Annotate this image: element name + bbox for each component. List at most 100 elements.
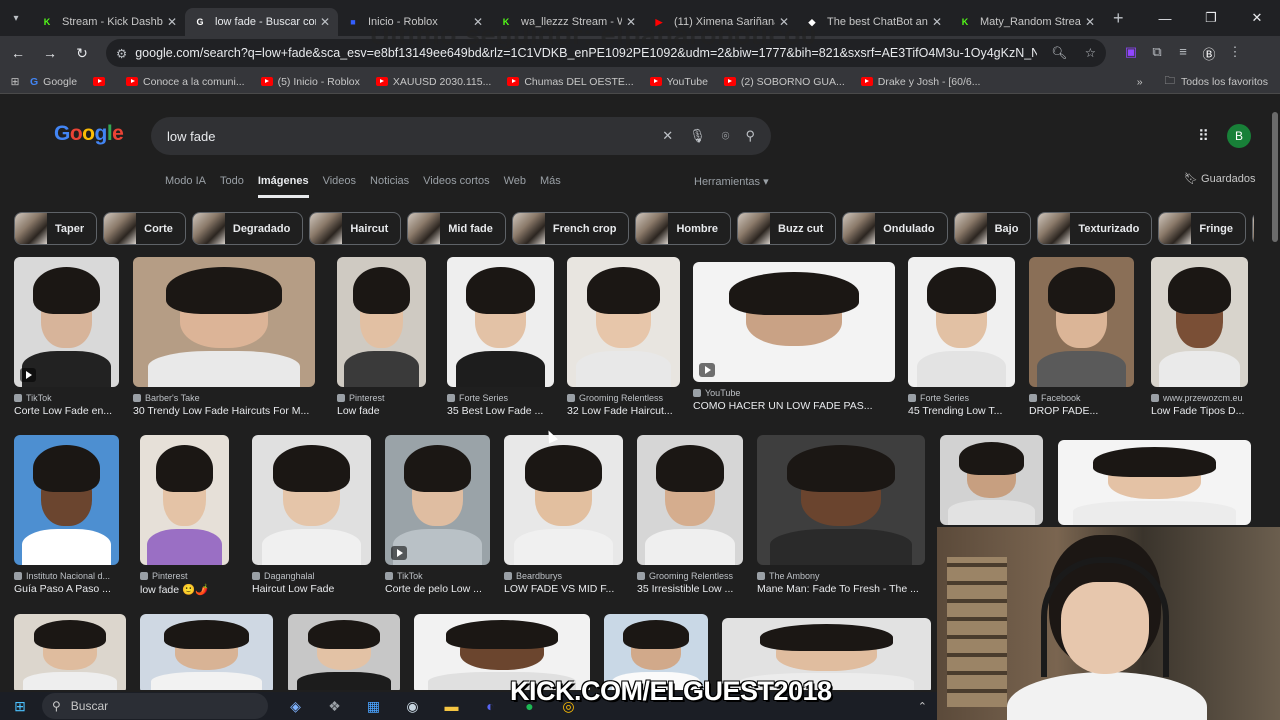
bookmark-item[interactable]: Conoce a la comuni... bbox=[126, 76, 245, 88]
result-thumbnail[interactable] bbox=[288, 614, 400, 690]
image-result[interactable] bbox=[14, 614, 126, 690]
search-tab[interactable]: Videos cortos bbox=[423, 175, 489, 198]
image-result[interactable] bbox=[140, 614, 273, 690]
result-title[interactable]: Low Fade Tipos D... bbox=[1151, 405, 1248, 417]
related-chip[interactable]: Taper bbox=[14, 212, 98, 245]
result-title[interactable]: Corte Low Fade en... bbox=[14, 405, 119, 417]
result-title[interactable]: Mane Man: Fade To Fresh - The ... bbox=[757, 583, 925, 595]
bookmark-star-icon[interactable]: ☆ bbox=[1085, 46, 1096, 60]
search-tab[interactable]: Noticias bbox=[370, 175, 409, 198]
close-tab-icon[interactable]: ✕ bbox=[932, 15, 942, 29]
back-arrow-icon[interactable]: ← bbox=[4, 45, 32, 61]
result-thumbnail[interactable] bbox=[252, 435, 371, 565]
result-title[interactable]: 45 Trending Low T... bbox=[908, 405, 1015, 417]
related-chip[interactable]: Bajo bbox=[953, 212, 1032, 245]
restore-icon[interactable]: ❐ bbox=[1188, 0, 1234, 36]
search-tab[interactable]: Videos bbox=[323, 175, 356, 198]
more-bookmarks-chevron-icon[interactable]: » bbox=[1137, 76, 1143, 88]
search-tab[interactable]: Imágenes bbox=[257, 175, 309, 198]
related-chip[interactable]: Corte bbox=[103, 212, 186, 245]
file-explorer-icon[interactable]: ▬ bbox=[432, 698, 471, 715]
result-thumbnail[interactable] bbox=[133, 257, 315, 387]
related-chip[interactable]: Hombre bbox=[635, 212, 732, 245]
close-tab-icon[interactable]: ✕ bbox=[320, 15, 330, 29]
result-title[interactable]: 30 Trendy Low Fade Haircuts For M... bbox=[133, 405, 315, 417]
related-chip[interactable]: Fringe bbox=[1158, 212, 1246, 245]
bookmark-item[interactable]: YouTube bbox=[649, 76, 708, 88]
search-input[interactable]: low fade bbox=[167, 129, 646, 144]
voice-mic-icon[interactable]: 🎙︎ bbox=[689, 128, 706, 144]
browser-tab[interactable]: K Maty_Random Stream ✕ bbox=[950, 8, 1103, 36]
bookmark-item[interactable]: Drake y Josh - [60/6... bbox=[860, 76, 980, 88]
google-apps-icon[interactable]: ⠿ bbox=[1198, 127, 1209, 145]
result-thumbnail[interactable] bbox=[337, 257, 426, 387]
media-controls-icon[interactable]: ≡ bbox=[1170, 44, 1196, 63]
result-thumbnail[interactable] bbox=[140, 614, 273, 690]
tab-search-chevron-icon[interactable]: ▾ bbox=[0, 13, 32, 24]
image-result[interactable]: YouTube COMO HACER UN LOW FADE PAS... bbox=[693, 262, 895, 412]
bookmark-item[interactable]: Chumas DEL OESTE... bbox=[507, 76, 634, 88]
zoom-magnifier-icon[interactable]: 🔍︎ bbox=[1051, 46, 1067, 60]
new-tab-plus-icon[interactable]: + bbox=[1113, 8, 1124, 29]
image-result[interactable]: Grooming Relentless 35 Irresistible Low … bbox=[637, 435, 743, 595]
result-thumbnail[interactable] bbox=[908, 257, 1015, 387]
image-result[interactable]: Forte Series 45 Trending Low T... bbox=[908, 257, 1015, 417]
result-thumbnail[interactable] bbox=[757, 435, 925, 565]
result-title[interactable]: low fade 🙂🌶️ bbox=[140, 583, 229, 596]
google-logo[interactable]: Google bbox=[54, 122, 124, 146]
browser-tab[interactable]: K Stream - Kick Dashboa ✕ bbox=[32, 8, 185, 36]
result-title[interactable]: 35 Irresistible Low ... bbox=[637, 583, 743, 595]
search-tab[interactable]: Modo IA bbox=[165, 175, 206, 198]
result-thumbnail[interactable] bbox=[14, 257, 119, 387]
steam-icon[interactable]: ◉ bbox=[393, 698, 432, 715]
close-tab-icon[interactable]: ✕ bbox=[1085, 15, 1095, 29]
image-result[interactable]: TikTok Corte de pelo Low ... bbox=[385, 435, 490, 595]
result-thumbnail[interactable] bbox=[1029, 257, 1134, 387]
scrollbar-thumb[interactable] bbox=[1272, 112, 1278, 242]
lens-camera-icon[interactable]: ⌾ bbox=[722, 128, 730, 144]
close-window-icon[interactable]: ✕ bbox=[1234, 0, 1280, 36]
account-avatar[interactable]: B bbox=[1227, 124, 1251, 148]
result-thumbnail[interactable] bbox=[385, 435, 490, 565]
taskbar-search-field[interactable]: ⚲ Buscar bbox=[42, 693, 268, 719]
windows-start-icon[interactable]: ⊞ bbox=[0, 698, 40, 715]
result-thumbnail[interactable] bbox=[504, 435, 623, 565]
image-result[interactable]: Facebook DROP FADE... bbox=[1029, 257, 1134, 417]
result-thumbnail[interactable] bbox=[447, 257, 554, 387]
image-result[interactable]: Forte Series 35 Best Low Fade ... bbox=[447, 257, 554, 417]
image-result[interactable]: Barber's Take 30 Trendy Low Fade Haircut… bbox=[133, 257, 315, 417]
result-thumbnail[interactable] bbox=[637, 435, 743, 565]
close-tab-icon[interactable]: ✕ bbox=[167, 15, 177, 29]
result-thumbnail[interactable] bbox=[940, 435, 1043, 525]
image-result[interactable]: www.przewozcm.eu Low Fade Tipos D... bbox=[1151, 257, 1248, 417]
extensions-puzzle-icon[interactable]: ⧉ bbox=[1144, 44, 1170, 63]
result-thumbnail[interactable] bbox=[14, 435, 119, 565]
result-title[interactable]: 35 Best Low Fade ... bbox=[447, 405, 554, 417]
all-bookmarks-link[interactable]: Todos los favoritos bbox=[1181, 76, 1268, 88]
result-title[interactable]: 32 Low Fade Haircut... bbox=[567, 405, 680, 417]
bookmark-item[interactable]: XAUUSD 2030.115... bbox=[375, 76, 491, 88]
related-chip[interactable]: Haircut bbox=[309, 212, 402, 245]
related-chip[interactable]: Mid fade bbox=[407, 212, 506, 245]
bookmark-item[interactable] bbox=[93, 76, 110, 88]
image-result[interactable]: Grooming Relentless 32 Low Fade Haircut.… bbox=[567, 257, 680, 417]
result-thumbnail[interactable] bbox=[567, 257, 680, 387]
browser-menu-icon[interactable]: ⋮ bbox=[1222, 44, 1248, 63]
copilot-icon[interactable]: ◈ bbox=[276, 698, 315, 715]
image-result[interactable] bbox=[1058, 440, 1251, 525]
site-info-icon[interactable]: ⚙ bbox=[116, 46, 127, 61]
saved-link[interactable]: 🔖︎ Guardados bbox=[1184, 172, 1255, 185]
result-title[interactable]: Guía Paso A Paso ... bbox=[14, 583, 119, 595]
related-chip[interactable]: M bbox=[1251, 212, 1254, 245]
image-result[interactable]: Beardburys LOW FADE VS MID F... bbox=[504, 435, 623, 595]
result-thumbnail[interactable] bbox=[693, 262, 895, 382]
image-result[interactable]: Pinterest low fade 🙂🌶️ bbox=[140, 435, 229, 596]
related-chip[interactable]: Degradado bbox=[191, 212, 304, 245]
widgets-icon[interactable]: ❖ bbox=[315, 698, 354, 715]
image-result[interactable]: The Ambony Mane Man: Fade To Fresh - The… bbox=[757, 435, 925, 595]
related-chip[interactable]: French crop bbox=[511, 212, 630, 245]
tools-dropdown[interactable]: Herramientas ▾ bbox=[694, 175, 769, 188]
search-box[interactable]: low fade ✕ 🎙︎ ⌾ ⚲ bbox=[151, 117, 771, 155]
browser-tab[interactable]: Glow fade - Buscar con G ✕ bbox=[185, 8, 338, 36]
result-thumbnail[interactable] bbox=[140, 435, 229, 565]
